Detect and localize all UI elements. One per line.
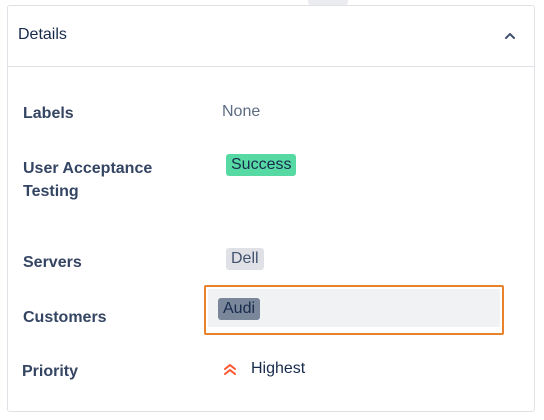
chevron-up-icon <box>505 33 515 39</box>
priority-label: Priority <box>22 363 79 380</box>
audi-chip[interactable]: Audi <box>218 298 261 320</box>
customers-label: Customers <box>23 309 107 326</box>
dell-chip: Dell <box>226 248 264 270</box>
priority-value[interactable]: Highest <box>219 358 305 380</box>
uat-label-line2: Testing <box>23 183 79 200</box>
success-lozenge: Success <box>226 154 297 176</box>
servers-label: Servers <box>23 254 82 271</box>
collapse-button[interactable] <box>500 26 520 46</box>
details-header[interactable]: Details <box>8 6 534 67</box>
details-title: Details <box>18 26 67 43</box>
servers-value[interactable]: Dell <box>226 248 264 270</box>
uat-value[interactable]: Success <box>226 154 297 176</box>
customers-field[interactable]: Audi <box>204 285 504 335</box>
uat-label-line1: User Acceptance <box>23 160 153 177</box>
labels-value[interactable]: None <box>222 101 260 123</box>
details-panel: Details Labels None User Acceptance Test… <box>7 5 535 412</box>
details-screen: Details Labels None User Acceptance Test… <box>0 0 544 420</box>
priority-highest-icon <box>224 364 236 375</box>
labels-label: Labels <box>23 105 74 122</box>
priority-text: Highest <box>251 360 306 377</box>
